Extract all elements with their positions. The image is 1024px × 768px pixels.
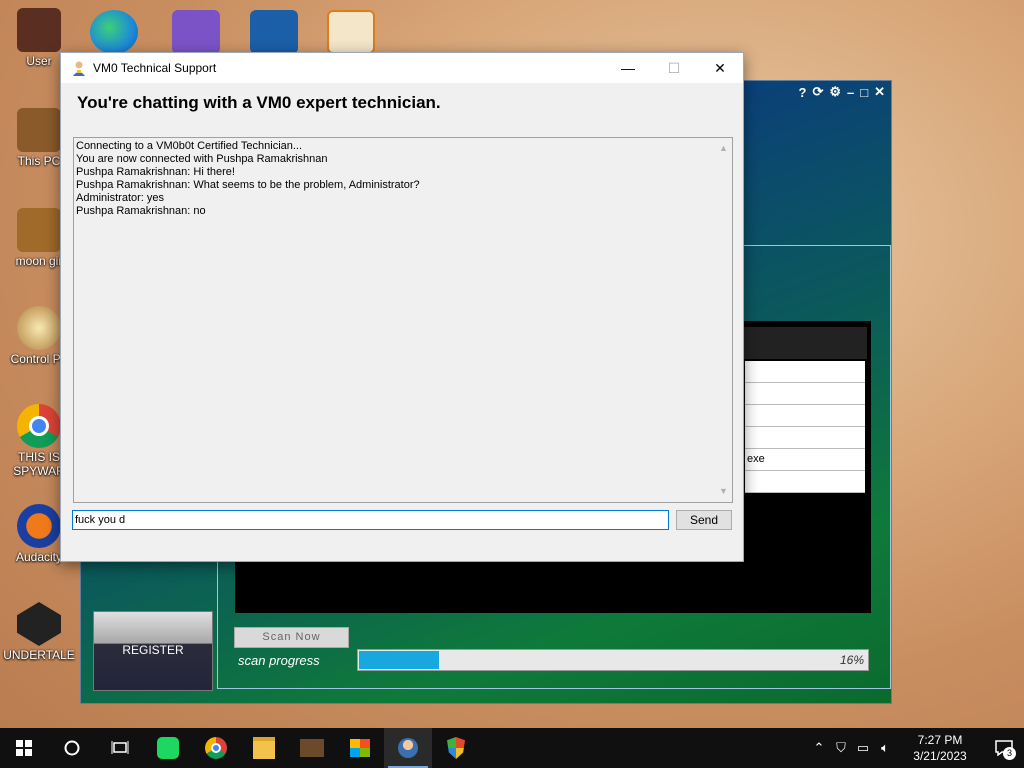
- close-icon[interactable]: ✕: [697, 53, 743, 83]
- desktop-icon-undertale[interactable]: UNDERTALE: [0, 602, 78, 662]
- chrome-icon: [17, 404, 61, 448]
- table-row[interactable]: [745, 361, 865, 383]
- folder-icon: [253, 737, 275, 759]
- desktop-icon-label: moon gir: [15, 254, 63, 268]
- edge-icon[interactable]: [90, 10, 138, 54]
- table-row[interactable]: exe: [745, 449, 865, 471]
- headphones-icon: [17, 504, 61, 548]
- technician-icon: [73, 61, 85, 76]
- scan-progress-bar: 16%: [357, 649, 869, 671]
- maximize-icon[interactable]: ☐: [651, 53, 697, 83]
- chat-scrollbar[interactable]: ▲ ▼: [716, 138, 732, 502]
- virtualbox-icon[interactable]: [250, 10, 298, 54]
- task-view-button[interactable]: [96, 728, 144, 768]
- chat-log[interactable]: Connecting to a VM0b0t Certified Technic…: [73, 137, 733, 503]
- taskbar-app-tech-support[interactable]: [384, 728, 432, 768]
- chat-message: Administrator: yes: [76, 192, 165, 204]
- visual-studio-icon[interactable]: [172, 10, 220, 54]
- app-icon: [300, 739, 324, 757]
- lightbulb-icon: [17, 306, 61, 350]
- table-row[interactable]: [745, 427, 865, 449]
- progress-percent: 16%: [839, 653, 864, 667]
- taskbar-app-store[interactable]: [336, 728, 384, 768]
- network-icon[interactable]: ▭: [852, 740, 874, 756]
- maximize-icon[interactable]: □: [860, 85, 868, 100]
- search-circle-icon: [64, 740, 80, 756]
- taskbar-app-chrome[interactable]: [192, 728, 240, 768]
- taskbar-app-spotify[interactable]: [144, 728, 192, 768]
- scanner-titlebar: ? ⟳ ⚙ – □ ✕: [741, 81, 891, 103]
- clock-time: 7:27 PM: [917, 733, 963, 747]
- shield-tray-icon[interactable]: ⛉: [830, 740, 852, 756]
- desktop-icon-label: Control Pa: [10, 352, 68, 366]
- table-row[interactable]: [745, 383, 865, 405]
- minimize-icon[interactable]: –: [847, 85, 854, 100]
- window-controls: — ☐ ✕: [605, 53, 743, 83]
- taskbar-app-explorer[interactable]: [240, 728, 288, 768]
- chat-window[interactable]: VM0 Technical Support — ☐ ✕ You're chatt…: [60, 52, 744, 562]
- spotify-icon: [157, 737, 179, 759]
- help-icon[interactable]: ?: [798, 85, 806, 100]
- taskbar-app-game[interactable]: [288, 728, 336, 768]
- task-view-icon: [111, 741, 129, 754]
- chrome-icon: [205, 737, 227, 759]
- results-table-header: [741, 327, 867, 359]
- desktop-icon-label: Audacity: [15, 550, 63, 564]
- scroll-up-icon[interactable]: ▲: [719, 142, 728, 155]
- system-tray: ⌃ ⛉ ▭ 🔈︎ 7:27 PM 3/21/2023 3: [808, 728, 1024, 768]
- clock[interactable]: 7:27 PM 3/21/2023: [900, 732, 980, 764]
- unity-icon: [17, 602, 61, 646]
- gear-icon[interactable]: ⚙: [829, 84, 841, 100]
- send-button[interactable]: Send: [676, 510, 732, 530]
- scan-now-button[interactable]: Scan Now: [234, 627, 349, 648]
- notification-button[interactable]: 3: [984, 728, 1024, 768]
- refresh-icon[interactable]: ⟳: [812, 84, 823, 100]
- search-button[interactable]: [48, 728, 96, 768]
- chat-message-input[interactable]: [72, 510, 669, 530]
- folder-icon: [17, 208, 61, 252]
- clock-date: 3/21/2023: [913, 749, 967, 763]
- chat-message: Connecting to a VM0b0t Certified Technic…: [76, 140, 303, 152]
- scan-progress-label: scan progress: [238, 653, 320, 668]
- chat-titlebar[interactable]: VM0 Technical Support — ☐ ✕: [61, 53, 743, 83]
- table-row[interactable]: [745, 471, 865, 493]
- hxd-icon[interactable]: [327, 10, 375, 54]
- chat-message: Pushpa Ramakrishnan: Hi there!: [76, 166, 235, 178]
- volume-icon[interactable]: 🔈︎: [874, 740, 896, 756]
- close-icon[interactable]: ✕: [874, 84, 885, 100]
- windows-logo-icon: [16, 740, 32, 756]
- results-table: exe: [745, 361, 865, 493]
- computer-icon: [17, 108, 61, 152]
- progress-fill: [359, 651, 439, 669]
- desktop-icon-label: User: [26, 54, 52, 68]
- user-folder-icon: [17, 8, 61, 52]
- notification-count: 3: [1003, 747, 1016, 760]
- chat-message: Pushpa Ramakrishnan: What seems to be th…: [76, 179, 420, 191]
- chat-message: You are now connected with Pushpa Ramakr…: [76, 153, 328, 165]
- register-button[interactable]: REGISTER: [93, 611, 213, 691]
- shield-icon: [447, 737, 465, 759]
- store-bag-icon: [350, 739, 370, 757]
- start-button[interactable]: [0, 728, 48, 768]
- scroll-down-icon[interactable]: ▼: [719, 485, 728, 498]
- table-row[interactable]: [745, 405, 865, 427]
- taskbar-app-security[interactable]: [432, 728, 480, 768]
- technician-icon: [398, 738, 418, 758]
- taskbar: ⌃ ⛉ ▭ 🔈︎ 7:27 PM 3/21/2023 3: [0, 728, 1024, 768]
- chat-message: Pushpa Ramakrishnan: no: [76, 205, 206, 217]
- desktop-icon-label: UNDERTALE: [3, 648, 75, 662]
- chevron-up-icon[interactable]: ⌃: [808, 740, 830, 756]
- chat-window-title: VM0 Technical Support: [93, 61, 217, 75]
- desktop-icon-label: This PC: [17, 154, 61, 168]
- chat-headline: You're chatting with a VM0 expert techni…: [77, 93, 441, 112]
- minimize-icon[interactable]: —: [605, 53, 651, 83]
